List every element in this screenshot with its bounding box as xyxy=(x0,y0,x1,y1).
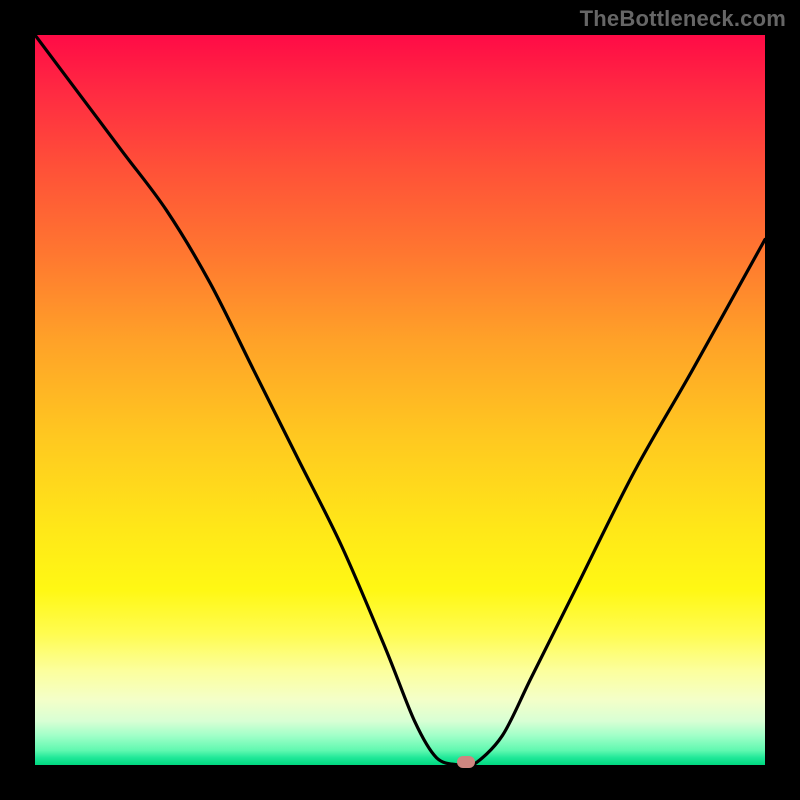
curve-svg xyxy=(35,35,765,765)
watermark-text: TheBottleneck.com xyxy=(580,6,786,32)
optimal-point-marker xyxy=(457,756,475,768)
plot-area xyxy=(35,35,765,765)
chart-container: TheBottleneck.com xyxy=(0,0,800,800)
bottleneck-curve xyxy=(35,35,765,765)
